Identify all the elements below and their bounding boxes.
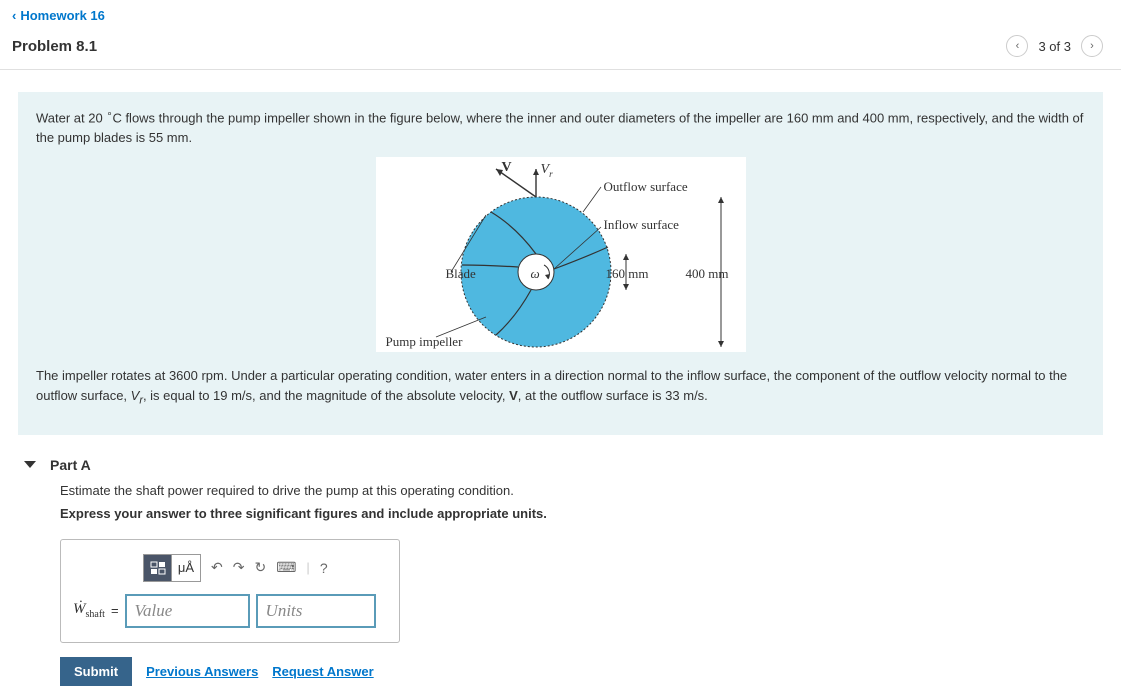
- equals-sign: =: [111, 603, 119, 618]
- problem-intro: Water at 20 ∘C flows through the pump im…: [36, 108, 1085, 147]
- variable-label: Ẇshaft: [73, 601, 105, 620]
- figure-label-inner: 160 mm: [606, 264, 649, 284]
- help-button[interactable]: ?: [320, 560, 328, 576]
- previous-answers-link[interactable]: Previous Answers: [146, 664, 258, 679]
- redo-icon[interactable]: ↷: [233, 559, 245, 576]
- part-title: Part A: [50, 457, 91, 473]
- problem-nav: ‹ 3 of 3 ›: [1006, 35, 1103, 57]
- templates-button[interactable]: [144, 555, 172, 581]
- reset-icon[interactable]: ↻: [254, 559, 266, 576]
- breadcrumb: Homework 16: [0, 0, 1121, 31]
- next-problem-button[interactable]: ›: [1081, 35, 1103, 57]
- answer-toolbar: μÅ ↶ ↷ ↻ ⌨ | ?: [143, 554, 387, 582]
- submit-row: Submit Previous Answers Request Answer: [60, 657, 1103, 686]
- keyboard-icon[interactable]: ⌨: [276, 559, 296, 576]
- undo-icon[interactable]: ↶: [211, 559, 223, 576]
- breadcrumb-link[interactable]: Homework 16: [12, 8, 105, 23]
- templates-icon: [150, 561, 166, 575]
- prev-problem-button[interactable]: ‹: [1006, 35, 1028, 57]
- figure-label-v: V: [502, 157, 512, 178]
- part-instruction-bold: Express your answer to three significant…: [60, 506, 1103, 521]
- answer-row: Ẇshaft = Value Units: [73, 594, 387, 628]
- figure-label-outer: 400 mm: [686, 264, 729, 284]
- problem-statement: Water at 20 ∘C flows through the pump im…: [18, 92, 1103, 435]
- figure-label-blade: Blade: [446, 264, 476, 284]
- toolbar-group: μÅ: [143, 554, 201, 582]
- request-answer-link[interactable]: Request Answer: [272, 664, 373, 679]
- units-input[interactable]: Units: [256, 594, 376, 628]
- figure-label-outflow: Outflow surface: [604, 177, 688, 197]
- part-body: Estimate the shaft power required to dri…: [0, 483, 1121, 686]
- part-header[interactable]: Part A: [0, 435, 1121, 483]
- toolbar-extra: ↶ ↷ ↻ ⌨ | ?: [211, 559, 328, 576]
- problem-title: Problem 8.1: [12, 38, 97, 55]
- impeller-figure: V Vr Outflow surface Inflow surface Blad…: [376, 157, 746, 352]
- value-input[interactable]: Value: [125, 594, 250, 628]
- part-instruction: Estimate the shaft power required to dri…: [60, 483, 1103, 498]
- answer-box: μÅ ↶ ↷ ↻ ⌨ | ? Ẇshaft = Value Units: [60, 539, 400, 643]
- problem-counter: 3 of 3: [1038, 39, 1071, 54]
- figure-label-vr: Vr: [541, 159, 553, 181]
- figure-label-omega: ω: [531, 264, 540, 284]
- figure-label-inflow: Inflow surface: [604, 215, 679, 235]
- figure-label-pump: Pump impeller: [386, 332, 463, 352]
- submit-button[interactable]: Submit: [60, 657, 132, 686]
- problem-details: The impeller rotates at 3600 rpm. Under …: [36, 366, 1085, 408]
- caret-down-icon: [24, 461, 36, 468]
- symbols-button[interactable]: μÅ: [172, 555, 200, 581]
- header: Problem 8.1 ‹ 3 of 3 ›: [0, 31, 1121, 70]
